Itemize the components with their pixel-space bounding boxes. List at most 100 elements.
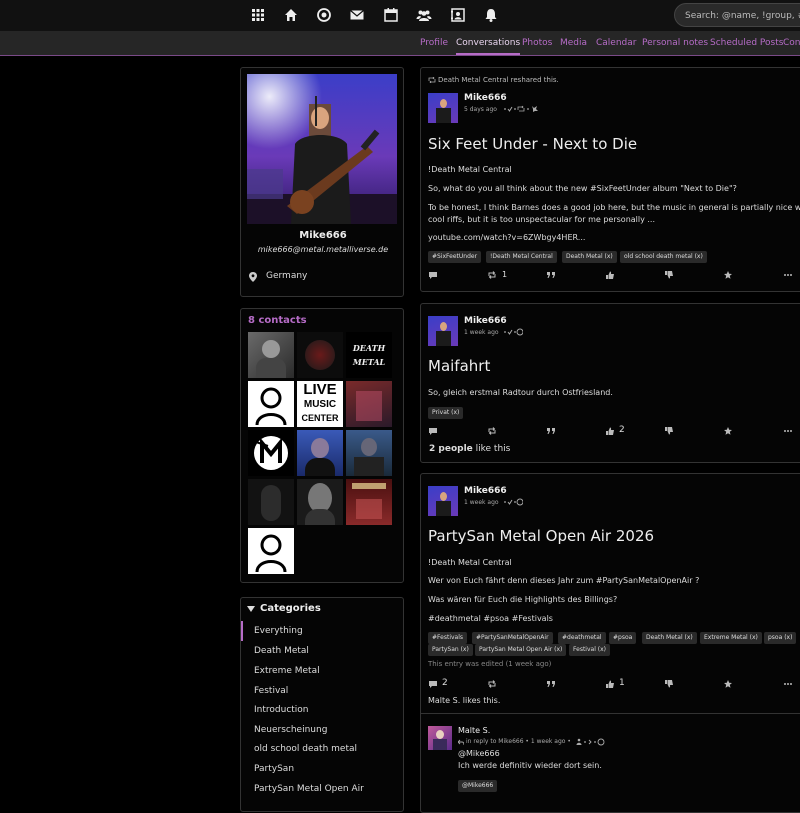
likes-summary[interactable]: 2 people like this xyxy=(429,444,510,454)
author-avatar[interactable] xyxy=(428,486,458,516)
post-author[interactable]: Mike666 xyxy=(464,93,507,103)
default-avatar[interactable] xyxy=(248,528,294,574)
comment-icon[interactable] xyxy=(428,426,438,436)
tag-chip[interactable]: #psoa xyxy=(609,632,637,644)
contact-avatar[interactable] xyxy=(248,430,294,476)
comment-icon[interactable] xyxy=(428,270,438,280)
reshare-button-icon[interactable] xyxy=(487,426,497,436)
contacts-count-link[interactable]: 8 contacts xyxy=(248,315,307,326)
post-title[interactable]: Six Feet Under - Next to Die xyxy=(428,135,637,153)
tag-chip[interactable]: Privat (x) xyxy=(428,407,464,419)
comment-meta[interactable]: in reply to Mike666 • 1 week ago • xyxy=(466,738,571,745)
post-author[interactable]: Mike666 xyxy=(464,486,507,496)
contact-avatar[interactable] xyxy=(248,479,294,525)
contact-avatar[interactable]: DEATH METAL xyxy=(346,332,392,378)
apps-icon[interactable] xyxy=(250,7,266,23)
contact-avatar[interactable] xyxy=(297,430,343,476)
category-extreme-metal[interactable]: Extreme Metal xyxy=(254,666,320,676)
tag-chip[interactable]: Festival (x) xyxy=(569,644,610,656)
post-time[interactable]: 5 days ago xyxy=(464,106,497,113)
tab-profile[interactable]: Profile xyxy=(420,38,448,48)
post-link[interactable]: youtube.com/watch?v=6ZWbgy4HER... xyxy=(428,233,585,242)
more-options-icon[interactable] xyxy=(783,679,793,689)
home-icon[interactable] xyxy=(283,7,299,23)
reshare-button-icon[interactable] xyxy=(487,679,497,689)
tag-chip[interactable]: PartySan Metal Open Air (x) xyxy=(475,644,567,656)
comment-author[interactable]: Malte S. xyxy=(458,726,490,735)
tag-chip[interactable]: psoa (x) xyxy=(764,632,797,644)
contact-avatar[interactable] xyxy=(346,430,392,476)
tag-chip[interactable]: Death Metal (x) xyxy=(562,251,617,263)
quote-icon[interactable] xyxy=(546,270,556,280)
tag-chip[interactable]: PartySan (x) xyxy=(428,644,473,656)
post-title[interactable]: Maifahrt xyxy=(428,357,490,375)
category-death-metal[interactable]: Death Metal xyxy=(254,646,309,656)
tag-chip[interactable]: #Festivals xyxy=(428,632,468,644)
quote-icon[interactable] xyxy=(546,679,556,689)
likes-people[interactable]: 2 people xyxy=(429,444,473,454)
contact-avatar[interactable]: LIVE MUSIC CENTER xyxy=(297,381,343,427)
category-old-school-death-metal[interactable]: old school death metal xyxy=(254,744,357,754)
category-festival[interactable]: Festival xyxy=(254,686,288,696)
star-icon[interactable] xyxy=(723,426,733,436)
more-options-icon[interactable] xyxy=(783,270,793,280)
quote-icon[interactable] xyxy=(546,426,556,436)
tag-chip[interactable]: Extreme Metal (x) xyxy=(700,632,762,644)
calendar-icon[interactable] xyxy=(383,7,399,23)
community-icon[interactable] xyxy=(316,7,332,23)
author-avatar[interactable] xyxy=(428,93,458,123)
category-partysan-metal-open-air[interactable]: PartySan Metal Open Air xyxy=(254,784,364,794)
categories-title[interactable]: Categories xyxy=(260,603,321,614)
comment-icon[interactable] xyxy=(428,679,438,689)
category-everything[interactable]: Everything xyxy=(254,626,303,636)
contacts-icon[interactable] xyxy=(416,7,432,23)
likes-summary[interactable]: Malte S. likes this. xyxy=(428,696,500,705)
post-title[interactable]: PartySan Metal Open Air 2026 xyxy=(428,527,654,545)
author-avatar[interactable] xyxy=(428,316,458,346)
profile-name[interactable]: Mike666 xyxy=(241,230,405,241)
contact-avatar[interactable] xyxy=(346,381,392,427)
mail-icon[interactable] xyxy=(349,7,365,23)
tab-scheduled-posts[interactable]: Scheduled Posts xyxy=(710,38,783,48)
tab-personal-notes[interactable]: Personal notes xyxy=(642,38,708,48)
post-group-mention[interactable]: !Death Metal Central xyxy=(428,165,512,174)
tag-chip[interactable]: #deathmetal xyxy=(558,632,606,644)
commenter-avatar[interactable] xyxy=(428,726,452,750)
dislike-icon[interactable] xyxy=(664,426,674,436)
post-group-mention[interactable]: !Death Metal Central xyxy=(428,558,512,567)
category-neuerscheinung[interactable]: Neuerscheinung xyxy=(254,725,327,735)
default-avatar[interactable] xyxy=(248,381,294,427)
directory-icon[interactable] xyxy=(450,7,466,23)
search-input[interactable]: Search: @name, !group, #tags, content xyxy=(674,3,800,27)
tag-chip[interactable]: old school death metal (x) xyxy=(620,251,707,263)
contact-avatar[interactable] xyxy=(346,479,392,525)
contact-avatar[interactable] xyxy=(297,479,343,525)
star-icon[interactable] xyxy=(723,270,733,280)
post-time[interactable]: 1 week ago xyxy=(464,499,499,506)
profile-photo[interactable] xyxy=(247,74,397,224)
category-partysan[interactable]: PartySan xyxy=(254,764,294,774)
tab-conversations[interactable]: Conversations xyxy=(456,38,521,55)
tag-chip[interactable]: Death Metal (x) xyxy=(642,632,697,644)
caret-down-icon[interactable] xyxy=(247,606,255,612)
tab-contacts[interactable]: Contacts xyxy=(783,38,800,48)
like-icon[interactable] xyxy=(605,679,615,689)
post-time[interactable]: 1 week ago xyxy=(464,329,499,336)
reshare-note[interactable]: Death Metal Central reshared this. xyxy=(438,76,559,84)
dislike-icon[interactable] xyxy=(664,679,674,689)
reshare-button-icon[interactable] xyxy=(487,270,497,280)
tag-chip[interactable]: !Death Metal Central xyxy=(486,251,557,263)
tag-chip[interactable]: #PartySanMetalOpenAir xyxy=(472,632,553,644)
tab-photos[interactable]: Photos xyxy=(522,38,552,48)
star-icon[interactable] xyxy=(723,679,733,689)
tag-chip[interactable]: #SixFeetUnder xyxy=(428,251,482,263)
more-options-icon[interactable] xyxy=(783,426,793,436)
edited-note[interactable]: This entry was edited (1 week ago) xyxy=(428,660,551,668)
post-hashtags[interactable]: #deathmetal #psoa #Festivals xyxy=(428,614,553,623)
tag-chip[interactable]: @Mike666 xyxy=(458,780,498,792)
contact-avatar[interactable] xyxy=(248,332,294,378)
like-icon[interactable] xyxy=(605,270,615,280)
tab-media[interactable]: Media xyxy=(560,38,587,48)
contact-avatar[interactable] xyxy=(297,332,343,378)
dislike-icon[interactable] xyxy=(664,270,674,280)
